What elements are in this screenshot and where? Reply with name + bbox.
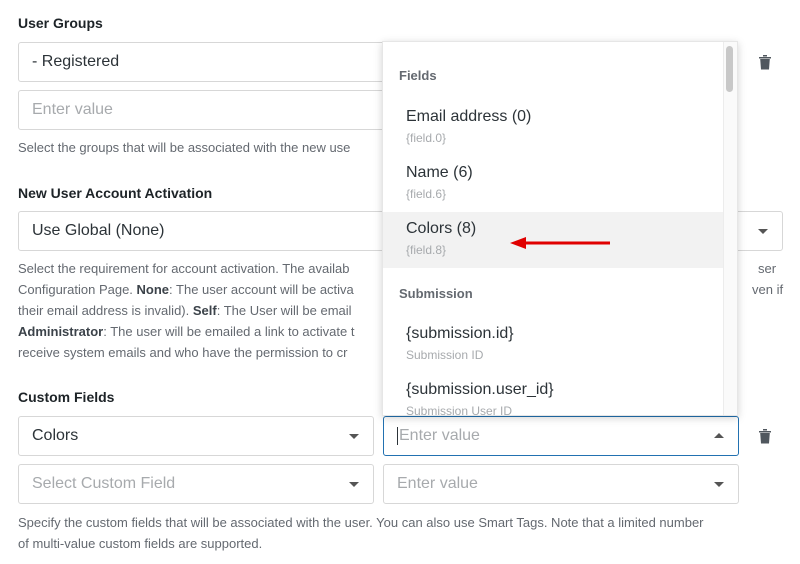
option-tag: {field.0} <box>406 131 447 145</box>
custom-value-input-2[interactable]: Enter value <box>383 464 739 504</box>
option-label: Name (6) <box>406 164 473 181</box>
custom-field-select-2-placeholder: Select Custom Field <box>32 475 176 492</box>
custom-value-input-1-placeholder: Enter value <box>397 427 480 445</box>
dropdown-option-submission-user-id[interactable]: {submission.user_id} Submission User ID <box>383 373 724 416</box>
dropdown-option-email[interactable]: Email address (0) {field.0} <box>383 100 724 156</box>
option-label: {submission.user_id} <box>406 381 554 398</box>
custom-field-select-1[interactable]: Colors <box>18 416 374 456</box>
caret-down-icon <box>349 434 359 439</box>
user-groups-label: User Groups <box>18 15 103 31</box>
user-groups-help: Select the groups that will be associate… <box>18 140 351 155</box>
caret-up-icon <box>714 433 724 438</box>
option-tag: {field.8} <box>406 243 447 257</box>
option-label: Colors (8) <box>406 220 477 237</box>
dropdown-scroll-thumb[interactable] <box>726 46 733 92</box>
option-tag: {field.6} <box>406 187 447 201</box>
option-label: Email address (0) <box>406 108 532 125</box>
caret-down-icon <box>758 229 768 234</box>
dropdown-scrollbar[interactable] <box>723 42 737 415</box>
option-label: {submission.id} <box>406 325 514 342</box>
user-groups-selected: - Registered <box>32 53 120 70</box>
custom-value-input-1[interactable]: Enter value <box>383 416 739 456</box>
custom-field-select-2[interactable]: Select Custom Field <box>18 464 374 504</box>
red-arrow <box>510 236 612 249</box>
user-groups-input[interactable]: Enter value <box>18 90 418 130</box>
dropdown-group-fields: Fields <box>399 68 437 83</box>
user-groups-input-placeholder: Enter value <box>32 101 113 118</box>
custom-field-select-1-value: Colors <box>32 427 79 444</box>
option-tag: Submission ID <box>406 348 484 362</box>
trash-icon[interactable] <box>758 54 772 70</box>
dropdown-option-submission-id[interactable]: {submission.id} Submission ID <box>383 317 724 373</box>
activation-label: New User Account Activation <box>18 185 213 201</box>
dropdown-option-name[interactable]: Name (6) {field.6} <box>383 156 724 212</box>
custom-value-input-2-placeholder: Enter value <box>397 475 478 492</box>
caret-down-icon <box>349 482 359 487</box>
dropdown-group-submission: Submission <box>399 286 473 301</box>
smart-tag-dropdown[interactable]: Fields Email address (0) {field.0} Name … <box>382 41 738 416</box>
custom-fields-label: Custom Fields <box>18 389 115 405</box>
caret-down-icon <box>714 482 724 487</box>
custom-fields-help: Specify the custom fields that will be a… <box>18 515 704 551</box>
trash-icon[interactable] <box>758 428 772 444</box>
option-tag: Submission User ID <box>406 404 513 416</box>
activation-selected: Use Global (None) <box>32 222 165 239</box>
